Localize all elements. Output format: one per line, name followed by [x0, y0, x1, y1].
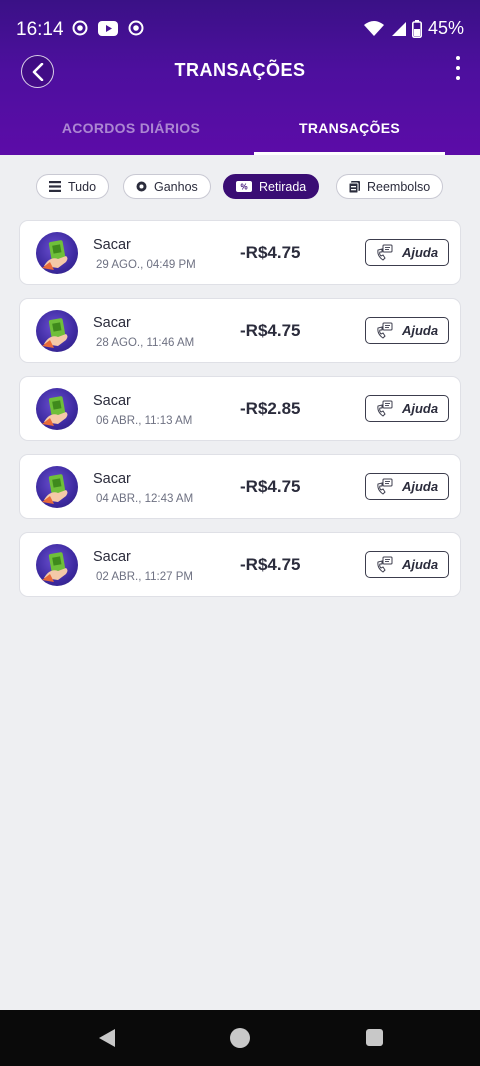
filter-chip-withdrawal[interactable]: % Retirada: [223, 174, 320, 199]
withdraw-avatar-icon: [36, 466, 78, 508]
notification-icons: [72, 20, 144, 36]
youtube-icon: [98, 20, 118, 36]
filter-chip-label: Retirada: [259, 179, 307, 194]
help-button[interactable]: Ajuda: [365, 395, 449, 422]
refund-icon: [349, 180, 360, 193]
transaction-title: Sacar: [93, 315, 131, 331]
help-button[interactable]: Ajuda: [365, 317, 449, 344]
help-button-label: Ajuda: [401, 479, 439, 494]
tab-transactions[interactable]: TRANSAÇÕES: [254, 108, 445, 155]
battery-icon: [411, 19, 422, 38]
help-button[interactable]: Ajuda: [365, 239, 449, 266]
support-chat-icon: [377, 322, 393, 339]
filter-bar: Tudo Ganhos % Retirada Reembolso: [0, 174, 480, 199]
wifi-icon: [363, 20, 384, 36]
help-button-label: Ajuda: [401, 401, 439, 416]
more-dot: [456, 66, 460, 70]
cash-icon: %: [236, 181, 252, 192]
nav-home-icon[interactable]: [230, 1028, 250, 1048]
transaction-title: Sacar: [93, 549, 131, 565]
filter-chip-label: Tudo: [68, 179, 97, 194]
status-bar: 16:14 45%: [0, 0, 480, 58]
withdraw-avatar-icon: [36, 310, 78, 352]
transaction-date: 02 ABR., 11:27 PM: [96, 571, 193, 583]
help-button-label: Ajuda: [401, 557, 439, 572]
more-dot: [456, 76, 460, 80]
transaction-date: 06 ABR., 11:13 AM: [96, 415, 193, 427]
transaction-list: Sacar 29 AGO., 04:49 PM -R$4.75 Ajuda Sa…: [19, 220, 461, 610]
more-options-button[interactable]: [452, 56, 464, 80]
withdraw-avatar-icon: [36, 544, 78, 586]
filter-chip-label: Ganhos: [154, 179, 198, 194]
record-icon: [128, 20, 144, 36]
transaction-title: Sacar: [93, 393, 131, 409]
record-icon: [72, 20, 88, 36]
support-chat-icon: [377, 244, 393, 261]
help-button-label: Ajuda: [401, 245, 439, 260]
transaction-amount: -R$4.75: [240, 477, 301, 496]
transaction-amount: -R$4.75: [240, 243, 301, 262]
system-icons: 45%: [363, 18, 464, 39]
page-title: TRANSAÇÕES: [174, 60, 306, 80]
nav-back-icon[interactable]: [97, 1028, 117, 1048]
system-navigation-bar: [0, 1010, 480, 1066]
withdraw-avatar-icon: [36, 232, 78, 274]
status-time: 16:14: [16, 19, 64, 40]
more-dot: [456, 56, 460, 60]
transaction-card[interactable]: Sacar 04 ABR., 12:43 AM -R$4.75 Ajuda: [19, 454, 461, 519]
transaction-amount: -R$4.75: [240, 555, 301, 574]
coin-icon: [136, 181, 147, 192]
withdraw-avatar-icon: [36, 388, 78, 430]
support-chat-icon: [377, 478, 393, 495]
signal-icon: [391, 21, 406, 36]
transaction-title: Sacar: [93, 471, 131, 487]
nav-recents-icon[interactable]: [366, 1029, 383, 1046]
transaction-date: 28 AGO., 11:46 AM: [96, 337, 195, 349]
svg-text:%: %: [240, 183, 247, 192]
app-header: 16:14 45% TRANSAÇÕES ACORDOS DIÁRIOS TRA…: [0, 0, 480, 155]
transaction-card[interactable]: Sacar 06 ABR., 11:13 AM -R$2.85 Ajuda: [19, 376, 461, 441]
transaction-card[interactable]: Sacar 28 AGO., 11:46 AM -R$4.75 Ajuda: [19, 298, 461, 363]
support-chat-icon: [377, 400, 393, 417]
transaction-title: Sacar: [93, 237, 131, 253]
filter-chip-earnings[interactable]: Ganhos: [123, 174, 211, 199]
battery-percent: 45%: [427, 18, 464, 38]
filter-chip-all[interactable]: Tudo: [36, 174, 110, 199]
transaction-amount: -R$4.75: [240, 321, 301, 340]
filter-chip-refund[interactable]: Reembolso: [336, 174, 444, 199]
transaction-card[interactable]: Sacar 29 AGO., 04:49 PM -R$4.75 Ajuda: [19, 220, 461, 285]
filter-chip-label: Reembolso: [367, 179, 431, 194]
help-button[interactable]: Ajuda: [365, 473, 449, 500]
support-chat-icon: [377, 556, 393, 573]
transaction-date: 29 AGO., 04:49 PM: [96, 259, 196, 271]
help-button-label: Ajuda: [401, 323, 439, 338]
help-button[interactable]: Ajuda: [365, 551, 449, 578]
transaction-card[interactable]: Sacar 02 ABR., 11:27 PM -R$4.75 Ajuda: [19, 532, 461, 597]
transaction-amount: -R$2.85: [240, 399, 301, 418]
transaction-date: 04 ABR., 12:43 AM: [96, 493, 194, 505]
list-icon: [49, 181, 61, 192]
tab-bar: ACORDOS DIÁRIOS TRANSAÇÕES: [0, 108, 480, 155]
tab-daily-deals[interactable]: ACORDOS DIÁRIOS: [36, 108, 226, 155]
